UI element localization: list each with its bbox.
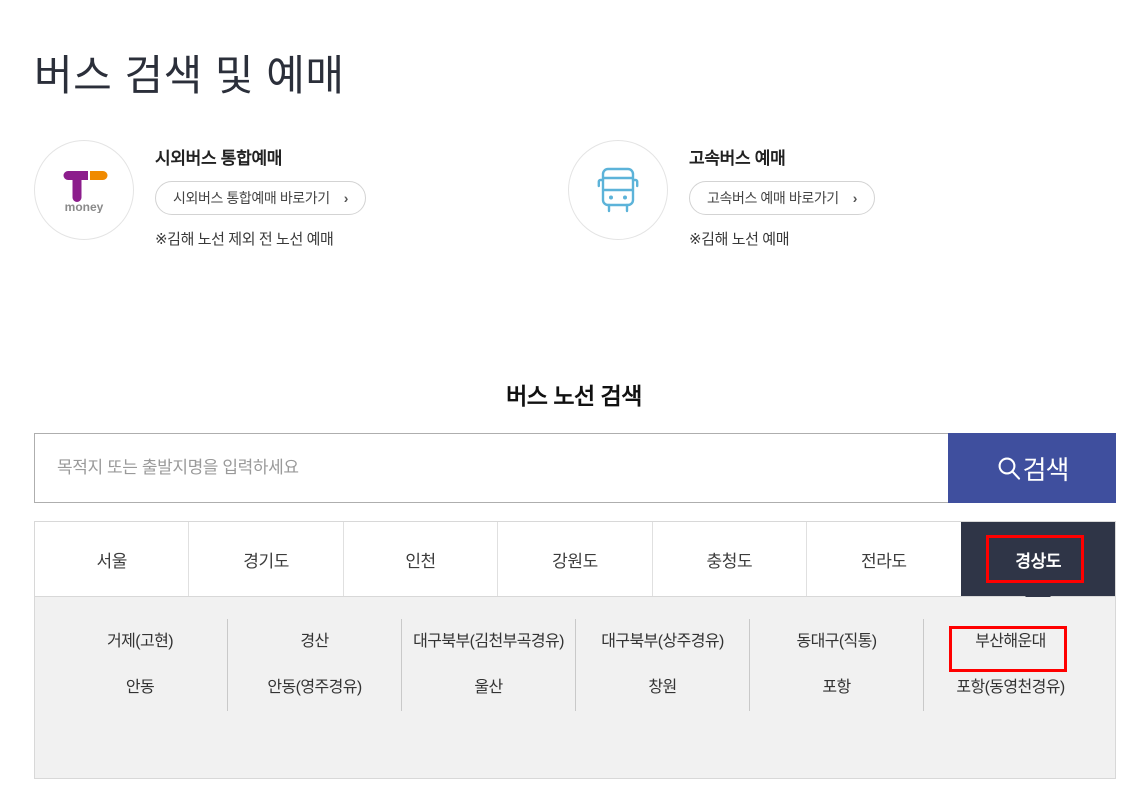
region-item-gyeongsan[interactable]: 경산 [227,619,401,665]
tab-gangwondo[interactable]: 강원도 [497,522,652,596]
booking-card-note: ※김해 노선 제외 전 노선 예매 [155,231,334,248]
tab-jeollado[interactable]: 전라도 [806,522,961,596]
booking-cards: money 시외버스 통합예매 시외버스 통합예매 바로가기 › ※김해 노선 … [34,138,1114,249]
search-button-label: 검색 [1022,454,1070,485]
tab-label: 경기도 [243,551,289,571]
region-item-pohang[interactable]: 포항 [749,665,923,711]
booking-card-body: 고속버스 예매 고속버스 예매 바로가기 › ※김해 노선 예매 [689,138,876,249]
search-button[interactable]: 검색 [948,433,1116,503]
booking-card-title: 고속버스 예매 [689,149,786,168]
region-item-geoje[interactable]: 거제(고현) [53,619,227,665]
express-booking-link-label: 고속버스 예매 바로가기 [707,190,839,206]
booking-card-intercity: money 시외버스 통합예매 시외버스 통합예매 바로가기 › ※김해 노선 … [34,138,568,249]
route-search-heading: 버스 노선 검색 [506,383,642,409]
booking-card-note: ※김해 노선 예매 [689,231,790,248]
tab-gyeongsangdo[interactable]: 경상도 [960,522,1115,596]
region-list-panel: 거제(고현) 경산 대구북부(김천부곡경유) 대구북부(상주경유) 동대구(직통… [34,597,1116,779]
tmoney-logo-icon: money [34,140,134,240]
region-item-andong-yeongju[interactable]: 안동(영주경유) [227,665,401,711]
region-item-pohang-dongyeongcheon[interactable]: 포항(동영천경유) [923,665,1097,711]
region-item-daegubukbu-gimcheon[interactable]: 대구북부(김천부곡경유) [401,619,575,665]
region-grid: 거제(고현) 경산 대구북부(김천부곡경유) 대구북부(상주경유) 동대구(직통… [53,619,1097,711]
search-icon [998,457,1020,480]
chevron-right-icon: › [343,190,349,206]
region-item-andong[interactable]: 안동 [53,665,227,711]
tab-label: 서울 [96,551,127,571]
tab-label: 충청도 [706,551,753,571]
intercity-booking-link-button[interactable]: 시외버스 통합예매 바로가기 › [155,181,367,215]
tab-chungcheongdo[interactable]: 충청도 [651,522,807,596]
svg-text:money: money [65,200,104,213]
tab-gyeonggido[interactable]: 경기도 [188,522,343,596]
region-item-changwon[interactable]: 창원 [575,665,749,711]
booking-card-title: 시외버스 통합예매 [155,149,283,168]
bus-search-page: 버스 검색 및 예매 money 시외버스 통합예매 시외버스 통합예매 바로가… [0,0,1148,796]
tab-incheon[interactable]: 인천 [342,522,498,596]
region-item-ulsan[interactable]: 울산 [401,665,575,711]
booking-card-body: 시외버스 통합예매 시외버스 통합예매 바로가기 › ※김해 노선 제외 전 노… [155,138,367,249]
tab-label: 인천 [405,551,436,571]
route-search-bar: 검색 [34,433,1116,503]
search-input[interactable] [35,434,948,502]
intercity-booking-link-label: 시외버스 통합예매 바로가기 [173,190,330,206]
region-item-busan-haeundae[interactable]: 부산해운대 [923,619,1097,665]
region-tabs: 서울 경기도 인천 강원도 충청도 전라도 경상도 [34,521,1116,597]
region-item-daegubukbu-sangju[interactable]: 대구북부(상주경유) [575,619,749,665]
bus-front-icon [568,140,668,240]
tab-label: 경상도 [1015,551,1062,571]
region-item-dongdaegu[interactable]: 동대구(직통) [749,619,923,665]
chevron-right-icon: › [852,190,858,206]
tab-label: 전라도 [860,551,907,571]
tab-label: 강원도 [552,551,598,571]
booking-card-express: 고속버스 예매 고속버스 예매 바로가기 › ※김해 노선 예매 [568,138,1102,249]
page-title: 버스 검색 및 예매 [34,52,345,100]
tab-seoul[interactable]: 서울 [35,522,189,596]
express-booking-link-button[interactable]: 고속버스 예매 바로가기 › [689,181,876,215]
